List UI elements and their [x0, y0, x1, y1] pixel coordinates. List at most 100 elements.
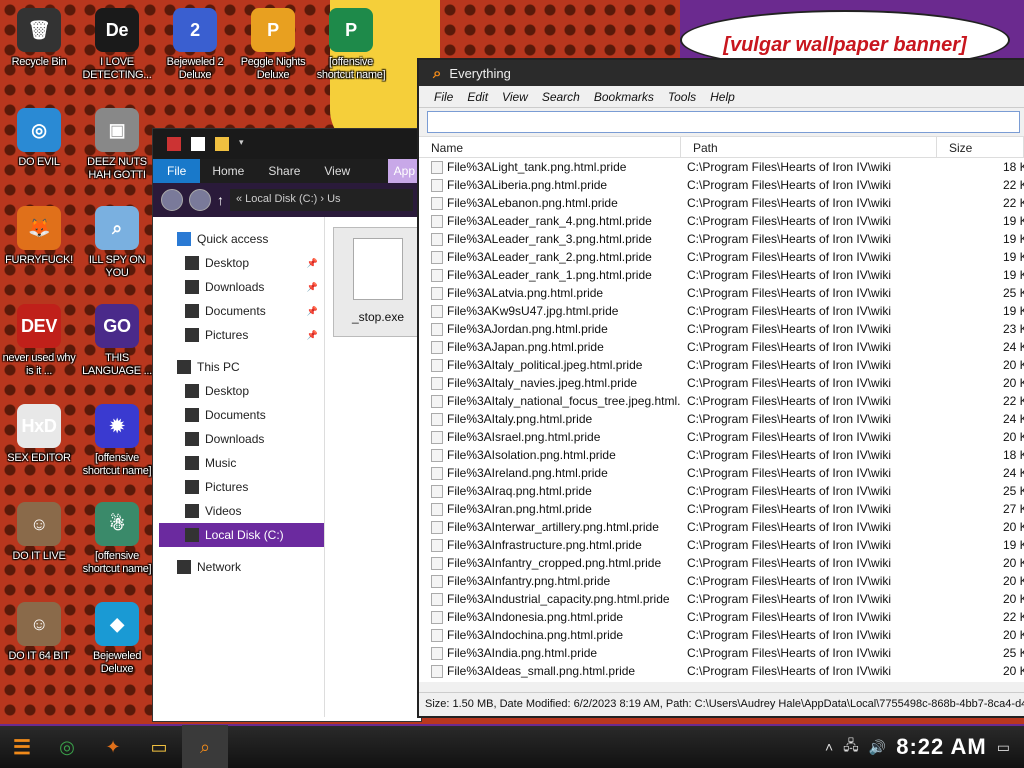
nav-item[interactable]: This PC [153, 355, 324, 379]
chevron-up-icon[interactable]: ˄ [825, 739, 833, 755]
nav-item[interactable]: Downloads [153, 427, 324, 451]
desktop-icon[interactable]: ☺ DO IT LIVE [0, 502, 78, 563]
table-row[interactable]: File%3ALeader_rank_2.png.html.pride C:\Pr… [419, 248, 1024, 266]
tab-app[interactable]: App [387, 159, 421, 183]
address-field[interactable]: « Local Disk (C:) › Us [230, 189, 413, 211]
clock[interactable]: 8:22 AM [896, 734, 987, 760]
desktop-icon[interactable]: 2 Bejeweled 2 Deluxe [156, 8, 234, 82]
table-row[interactable]: File%3AItaly.png.html.pride C:\Program Fi… [419, 410, 1024, 428]
desktop-icon[interactable]: 🦊 FURRYFUCK! [0, 206, 78, 267]
table-row[interactable]: File%3AInterwar_artillery.png.html.pride… [419, 518, 1024, 536]
notification-icon[interactable]: ▭ [997, 739, 1010, 756]
nav-item[interactable]: Desktop 📌 [153, 251, 324, 275]
table-row[interactable]: File%3AIsolation.png.html.pride C:\Progra… [419, 446, 1024, 464]
desktop-icon[interactable]: ▣ DEEZ NUTS HAH GOTTI [78, 108, 156, 182]
nav-item[interactable]: Documents [153, 403, 324, 427]
table-row[interactable]: File%3AIsrael.png.html.pride C:\Program F… [419, 428, 1024, 446]
nav-item[interactable]: Local Disk (C:) [159, 523, 324, 547]
forward-button[interactable] [189, 189, 211, 211]
table-row[interactable]: File%3AIndia.png.html.pride C:\Program Fi… [419, 644, 1024, 662]
desktop-icon[interactable]: P Peggle Nights Deluxe [234, 8, 312, 82]
table-row[interactable]: File%3AItaly_navies.jpeg.html.pride C:\Pr… [419, 374, 1024, 392]
table-row[interactable]: File%3ALiberia.png.html.pride C:\Program … [419, 176, 1024, 194]
pin-icon[interactable]: 📌 [307, 282, 318, 293]
table-row[interactable]: File%3AIreland.png.html.pride C:\Program … [419, 464, 1024, 482]
nav-item[interactable]: Videos [153, 499, 324, 523]
table-row[interactable]: File%3AIraq.png.html.pride C:\Program Fil… [419, 482, 1024, 500]
nav-item[interactable]: Documents 📌 [153, 299, 324, 323]
everything-icon[interactable]: ⌕ [182, 725, 228, 768]
dropdown-icon[interactable]: ▾ [239, 137, 244, 151]
column-header-size[interactable]: Size [937, 137, 1024, 157]
nav-item[interactable]: Network [153, 555, 324, 579]
everything-titlebar[interactable]: ⌕ Everything [419, 60, 1024, 86]
desktop-icon[interactable]: ✹ [offensive shortcut name] [78, 404, 156, 478]
table-row[interactable]: File%3AIndustrial_capacity.png.html.prid… [419, 590, 1024, 608]
table-row[interactable]: File%3AIndochina.png.html.pride C:\Progra… [419, 626, 1024, 644]
menu-search[interactable]: Search [535, 90, 587, 104]
table-row[interactable]: File%3AIndonesia.png.html.pride C:\Progra… [419, 608, 1024, 626]
table-row[interactable]: File%3ALatvia.png.html.pride C:\Program F… [419, 284, 1024, 302]
menu-bookmarks[interactable]: Bookmarks [587, 90, 661, 104]
column-header-path[interactable]: Path [681, 137, 937, 157]
explorer-titlebar[interactable]: ▾ [153, 129, 421, 159]
desktop-icon[interactable]: De I LOVE DETECTING... [78, 8, 156, 82]
file-tile[interactable]: _stop.exe [333, 227, 421, 337]
results-list[interactable]: File%3ALight_tank.png.html.pride C:\Progr… [419, 158, 1024, 682]
pin-icon[interactable]: 📌 [307, 258, 318, 269]
table-row[interactable]: File%3AKw9sU47.jpg.html.pride C:\Program … [419, 302, 1024, 320]
menu-edit[interactable]: Edit [460, 90, 495, 104]
table-row[interactable]: File%3ALeader_rank_1.png.html.pride C:\Pr… [419, 266, 1024, 284]
nav-item[interactable]: Music [153, 451, 324, 475]
everything-window[interactable]: ⌕ Everything File Edit View Search Bookm… [417, 58, 1024, 718]
menu-view[interactable]: View [495, 90, 535, 104]
firefox-icon[interactable]: ✦ [90, 725, 136, 768]
table-row[interactable]: File%3AItaly_national_focus_tree.jpeg.ht… [419, 392, 1024, 410]
table-row[interactable]: File%3ALight_tank.png.html.pride C:\Progr… [419, 158, 1024, 176]
table-row[interactable]: File%3AItaly_political.jpeg.html.pride C:… [419, 356, 1024, 374]
pin-icon[interactable]: 📌 [307, 306, 318, 317]
volume-icon[interactable]: 🔊 [869, 739, 886, 756]
desktop-icon[interactable]: ☺ DO IT 64 BIT [0, 602, 78, 663]
pin-icon[interactable]: 📌 [307, 330, 318, 341]
table-row[interactable]: File%3AJordan.png.html.pride C:\Program F… [419, 320, 1024, 338]
checkbox-icon[interactable] [191, 137, 205, 151]
desktop-icon[interactable]: ◆ Bejeweled Deluxe [78, 602, 156, 676]
table-row[interactable]: File%3AIran.png.html.pride C:\Program Fil… [419, 500, 1024, 518]
desktop-icon[interactable]: 🗑 Recycle Bin [0, 8, 78, 69]
nav-item[interactable]: Desktop [153, 379, 324, 403]
desktop-icon[interactable]: GO THIS LANGUAGE ... [78, 304, 156, 378]
table-row[interactable]: File%3AInfrastructure.png.html.pride C:\P… [419, 536, 1024, 554]
table-row[interactable]: File%3ALebanon.png.html.pride C:\Program … [419, 194, 1024, 212]
menu-file[interactable]: File [427, 90, 460, 104]
table-row[interactable]: File%3AIdeas_small.png.html.pride C:\Prog… [419, 662, 1024, 680]
start-button[interactable]: ☰ [0, 725, 44, 768]
table-row[interactable]: File%3AInfantry_cropped.png.html.pride C:… [419, 554, 1024, 572]
table-row[interactable]: File%3ALeader_rank_3.png.html.pride C:\Pr… [419, 230, 1024, 248]
table-row[interactable]: File%3ALeader_rank_4.png.html.pride C:\Pr… [419, 212, 1024, 230]
desktop-icon[interactable]: HxD SEX EDITOR [0, 404, 78, 465]
up-arrow-icon[interactable]: ↑ [217, 192, 224, 208]
nav-item[interactable]: Pictures [153, 475, 324, 499]
search-input[interactable] [427, 111, 1020, 133]
nav-item[interactable]: Pictures 📌 [153, 323, 324, 347]
menu-tools[interactable]: Tools [661, 90, 703, 104]
desktop-icon[interactable]: P [offensive shortcut name] [312, 8, 390, 82]
back-button[interactable] [161, 189, 183, 211]
menu-help[interactable]: Help [703, 90, 742, 104]
tab-share[interactable]: Share [256, 159, 312, 183]
chrome-icon[interactable]: ◎ [44, 725, 90, 768]
desktop-icon[interactable]: DEV never used why is it ... [0, 304, 78, 378]
desktop-icon[interactable]: ◎ DO EVIL [0, 108, 78, 169]
tab-home[interactable]: Home [200, 159, 256, 183]
desktop-icon[interactable]: ⌕ ILL SPY ON YOU [78, 206, 156, 280]
file-explorer-icon[interactable]: ▭ [136, 725, 182, 768]
column-header-name[interactable]: Name [419, 137, 681, 157]
table-row[interactable]: File%3AJapan.png.html.pride C:\Program Fi… [419, 338, 1024, 356]
network-icon[interactable]: 🖧 [843, 735, 859, 759]
tab-view[interactable]: View [312, 159, 362, 183]
file-explorer-window[interactable]: ▾ File Home Share View App ↑ « Local Dis… [152, 128, 422, 722]
tab-file[interactable]: File [153, 159, 201, 183]
table-row[interactable]: File%3AInfantry.png.html.pride C:\Program… [419, 572, 1024, 590]
nav-item[interactable]: Quick access [153, 227, 324, 251]
